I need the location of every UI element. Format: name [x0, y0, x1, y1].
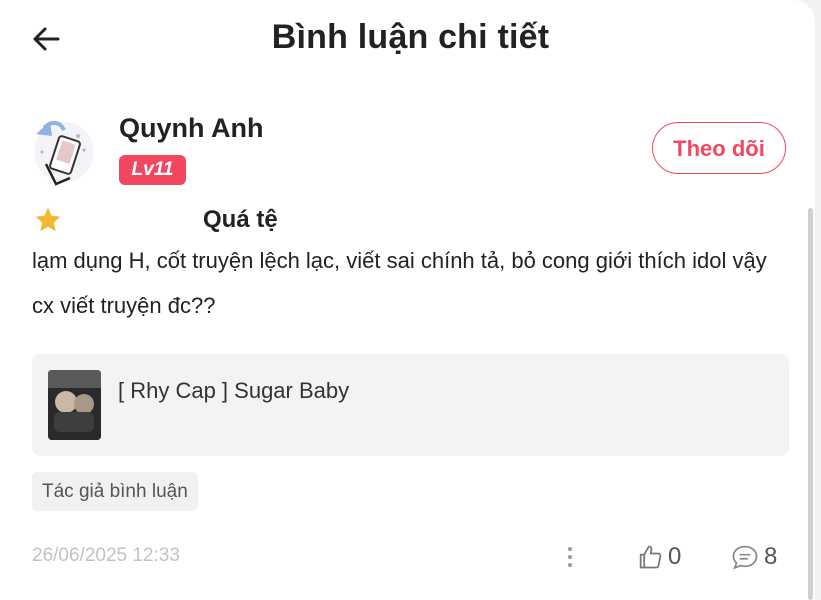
follow-button[interactable]: Theo dõi — [652, 122, 786, 174]
review-body: lạm dụng H, cốt truyện lệch lạc, viết sa… — [32, 248, 767, 318]
page-title: Bình luận chi tiết — [271, 18, 550, 56]
comment-detail-screen: Bình luận chi tiết Quynh Anh Lv11 Theo d… — [0, 0, 815, 600]
scrollbar[interactable] — [808, 208, 813, 600]
avatar[interactable] — [30, 112, 98, 188]
book-cover — [48, 370, 101, 440]
review-title: Quá tệ — [203, 206, 278, 233]
comment-count: 8 — [764, 543, 778, 570]
more-vertical-icon — [568, 547, 572, 567]
more-options-button[interactable] — [560, 543, 580, 571]
username[interactable]: Quynh Anh — [119, 113, 263, 144]
book-card[interactable]: [ Rhy Cap ] Sugar Baby — [32, 354, 789, 456]
level-badge: Lv11 — [119, 155, 186, 185]
star-icon — [35, 207, 61, 232]
like-count: 0 — [668, 543, 682, 570]
timestamp: 26/06/2025 12:33 — [32, 545, 180, 566]
thumbs-up-icon — [639, 545, 662, 569]
comment-bubble-icon — [732, 545, 758, 570]
rating-stars — [33, 205, 63, 235]
reply-button[interactable]: 8 — [730, 540, 777, 574]
author-comment-tag: Tác giả bình luận — [32, 472, 198, 511]
like-button[interactable]: 0 — [636, 540, 681, 574]
book-title: [ Rhy Cap ] Sugar Baby — [118, 378, 350, 403]
